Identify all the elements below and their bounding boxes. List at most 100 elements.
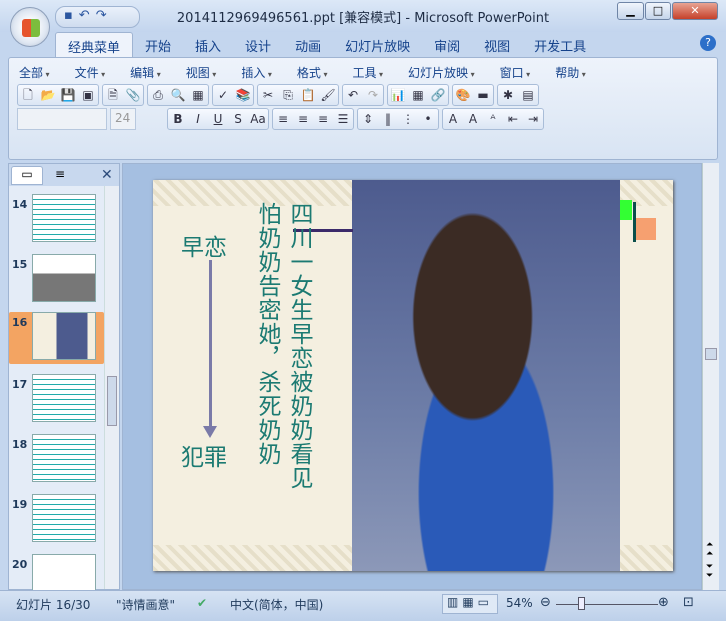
menu-file[interactable]: 文件 [75, 64, 106, 81]
cut-icon[interactable]: ✂ [260, 87, 276, 103]
format-painter-icon[interactable]: 🖌 [320, 87, 336, 103]
color-scheme-icon[interactable]: 🎨 [455, 87, 471, 103]
attach-icon[interactable]: 📎 [125, 87, 141, 103]
menu-slideshow[interactable]: 幻灯片放映 [408, 64, 475, 81]
maximize-button[interactable]: □ [645, 2, 671, 20]
outline-tab[interactable]: ≡ [45, 167, 75, 181]
close-button[interactable]: ✕ [672, 2, 718, 20]
thumbnails-scrollbar[interactable] [104, 186, 119, 589]
quick-access-toolbar[interactable]: ▪↶↷ [55, 6, 140, 28]
open-icon[interactable]: 📂 [40, 87, 56, 103]
grow-font-icon[interactable]: A [465, 111, 481, 127]
slides-tab[interactable]: ▭ [11, 166, 43, 185]
align-left-icon[interactable]: ≡ [275, 111, 291, 127]
slide-thumbnail[interactable]: 17 [9, 374, 104, 426]
close-pane-icon[interactable]: ✕ [101, 167, 113, 183]
underline-button[interactable]: U [210, 111, 226, 127]
slide-number: 19 [12, 498, 28, 511]
menu-view[interactable]: 视图 [186, 64, 217, 81]
next-slide-icon[interactable]: ⏷ ⏷ [706, 563, 713, 581]
tab-developer[interactable]: 开发工具 [522, 32, 598, 57]
slide-thumbnail[interactable]: 18 [9, 434, 104, 486]
minimize-button[interactable]: ▁ [617, 2, 644, 20]
tab-slideshow[interactable]: 幻灯片放映 [333, 32, 422, 57]
menu-window[interactable]: 窗口 [500, 64, 531, 81]
scroll-thumb[interactable] [107, 376, 117, 426]
preview-icon[interactable]: 🔍 [170, 87, 186, 103]
menu-edit[interactable]: 编辑 [130, 64, 161, 81]
spellcheck-icon[interactable]: ✔ [197, 596, 207, 610]
tab-home[interactable]: 开始 [133, 32, 183, 57]
slide-thumbnail[interactable]: 15 [9, 254, 104, 306]
zoom-level[interactable]: 54% [506, 596, 533, 610]
slide-thumbnail[interactable]: 19 [9, 494, 104, 546]
copy-icon[interactable]: ⎘ [280, 87, 296, 103]
italic-button[interactable]: I [190, 111, 206, 127]
menu-tools[interactable]: 工具 [352, 64, 383, 81]
undo-icon[interactable]: ↶ [345, 87, 361, 103]
document-icon[interactable]: 🗎 [105, 87, 121, 103]
slide-thumbnail[interactable]: 14 [9, 194, 104, 246]
grid-icon[interactable]: ▦ [190, 87, 206, 103]
slide-photo[interactable] [352, 180, 620, 571]
zoom-slider-thumb[interactable] [577, 597, 585, 610]
menu-help[interactable]: 帮助 [555, 64, 586, 81]
decoration-line [633, 202, 636, 242]
increase-indent-icon[interactable]: ⇥ [525, 111, 541, 127]
table-icon[interactable]: ▦ [410, 87, 426, 103]
shrink-font-icon[interactable]: ᴬ [485, 111, 501, 127]
justify-icon[interactable]: ☰ [335, 111, 351, 127]
fit-to-window-icon[interactable]: ⊡ [683, 595, 694, 610]
permission-icon[interactable]: ▣ [80, 87, 96, 103]
align-right-icon[interactable]: ≡ [315, 111, 331, 127]
text-direction-icon[interactable]: ⇕ [360, 111, 376, 127]
slide-number: 15 [12, 258, 28, 271]
change-case-button[interactable]: Aa [250, 111, 266, 127]
tab-insert[interactable]: 插入 [183, 32, 233, 57]
print-icon[interactable]: ⎙ [150, 87, 166, 103]
office-button[interactable] [10, 7, 50, 47]
hyperlink-icon[interactable]: 🔗 [430, 87, 446, 103]
tab-review[interactable]: 审阅 [422, 32, 472, 57]
save-icon[interactable]: 💾 [60, 87, 76, 103]
fill-icon[interactable]: ▬ [475, 87, 491, 103]
layout-icon[interactable]: ▤ [520, 87, 536, 103]
language[interactable]: 中文(简体，中国) [230, 596, 323, 613]
decrease-indent-icon[interactable]: ⇤ [505, 111, 521, 127]
numbering-icon[interactable]: ⋮ [400, 111, 416, 127]
bold-button[interactable]: B [170, 111, 186, 127]
zoom-slider-track[interactable] [556, 604, 658, 605]
tab-design[interactable]: 设计 [233, 32, 283, 57]
chart-icon[interactable]: 📊 [390, 87, 406, 103]
tab-animation[interactable]: 动画 [283, 32, 333, 57]
new-icon[interactable]: 🗋 [20, 87, 36, 103]
font-size-input[interactable]: 24 [110, 108, 136, 130]
tab-classic-menu[interactable]: 经典菜单 [55, 32, 134, 57]
view-buttons[interactable]: ▥▦▭ [442, 594, 498, 614]
align-center-icon[interactable]: ≡ [295, 111, 311, 127]
zoom-in-icon[interactable]: ⊕ [658, 595, 669, 610]
slide[interactable]: 早恋 犯罪 四川一女生早恋被奶奶看见 怕奶奶告密她，杀死奶奶 [153, 180, 673, 571]
line-spacing-icon[interactable]: ‖ [380, 111, 396, 127]
slide-thumbnail-selected[interactable]: 16 [9, 312, 104, 364]
shadow-button[interactable]: S [230, 111, 246, 127]
slide-scrollbar[interactable]: ⏶ ⏶ ⏷ ⏷ [702, 163, 719, 590]
prev-slide-icon[interactable]: ⏶ ⏶ [706, 541, 713, 559]
office-logo-icon [22, 19, 40, 37]
font-color-icon[interactable]: A [445, 111, 461, 127]
scroll-thumb[interactable] [705, 348, 717, 360]
redo-icon[interactable]: ↷ [365, 87, 381, 103]
research-icon[interactable]: 📚 [235, 87, 251, 103]
bullets-icon[interactable]: • [420, 111, 436, 127]
spelling-icon[interactable]: ✓ [215, 87, 231, 103]
menu-format[interactable]: 格式 [297, 64, 328, 81]
font-name-input[interactable] [17, 108, 107, 130]
slide-number: 17 [12, 378, 28, 391]
new-slide-icon[interactable]: ✱ [500, 87, 516, 103]
help-icon[interactable]: ? [700, 35, 716, 51]
menu-insert[interactable]: 插入 [241, 64, 272, 81]
paste-icon[interactable]: 📋 [300, 87, 316, 103]
tab-view[interactable]: 视图 [472, 32, 522, 57]
zoom-out-icon[interactable]: ⊖ [540, 595, 551, 610]
menu-all[interactable]: 全部 [19, 64, 50, 81]
